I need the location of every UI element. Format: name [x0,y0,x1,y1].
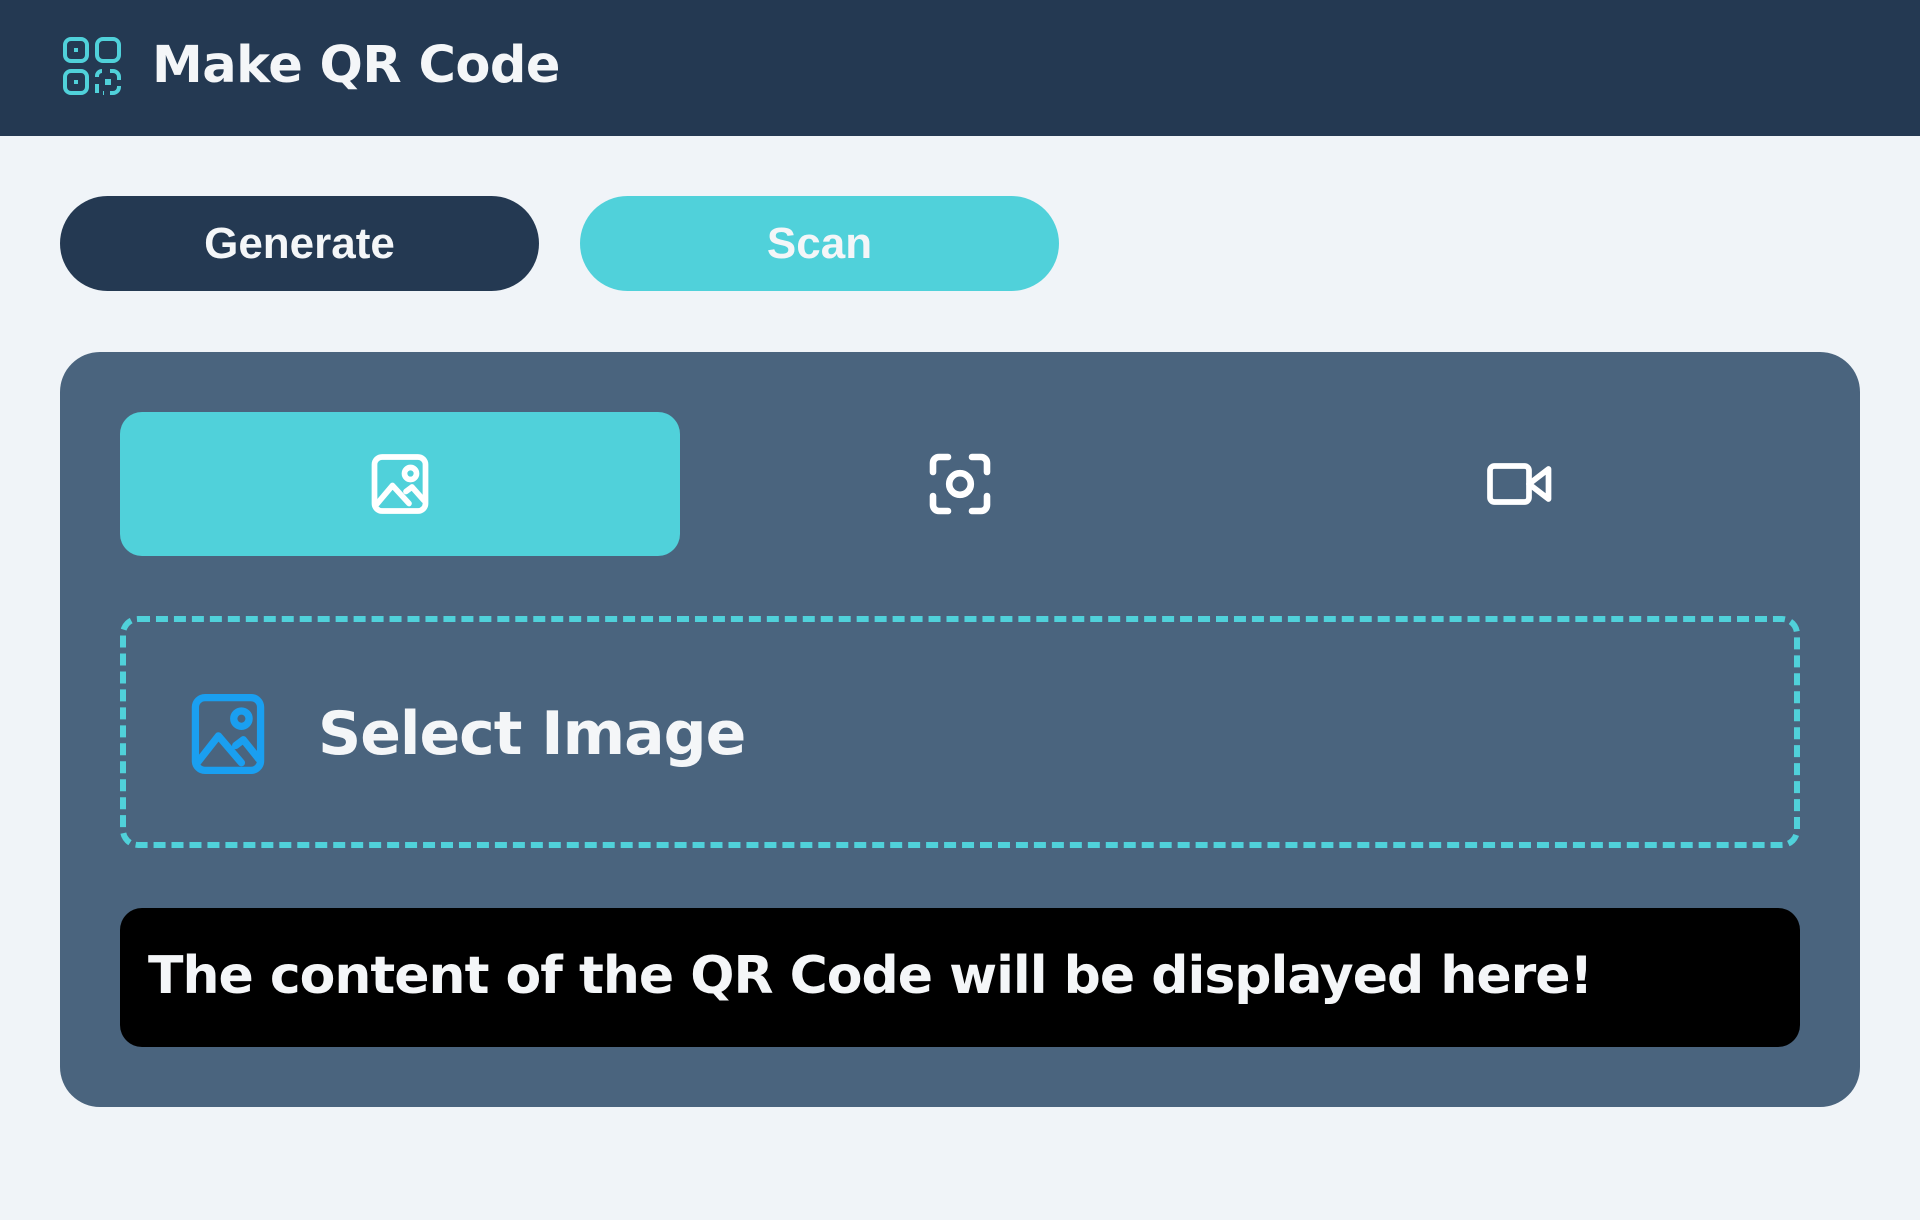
scan-label: Scan [766,218,873,268]
scan-panel: Select Image The content of the QR Code … [60,352,1860,1107]
generate-mode-button[interactable]: Generate [60,196,539,291]
image-icon [371,454,429,514]
generate-label: Generate [204,218,395,268]
app-title: Make QR Code [152,36,561,95]
tab-video-scan[interactable] [1240,412,1800,556]
tab-image-upload[interactable] [120,412,680,556]
camera-focus-icon [929,453,991,515]
qr-result-output: The content of the QR Code will be displ… [120,908,1800,1047]
tab-camera-capture[interactable] [680,412,1240,556]
scan-mode-button[interactable]: Scan [580,196,1059,291]
select-image-dropzone[interactable]: Select Image [120,616,1800,848]
qr-result-text: The content of the QR Code will be displ… [148,946,1593,1006]
video-camera-icon [1487,463,1552,505]
select-image-label: Select Image [318,699,746,769]
qr-code-icon [63,37,121,95]
image-icon [191,693,265,775]
app-header: Make QR Code [0,0,1920,136]
